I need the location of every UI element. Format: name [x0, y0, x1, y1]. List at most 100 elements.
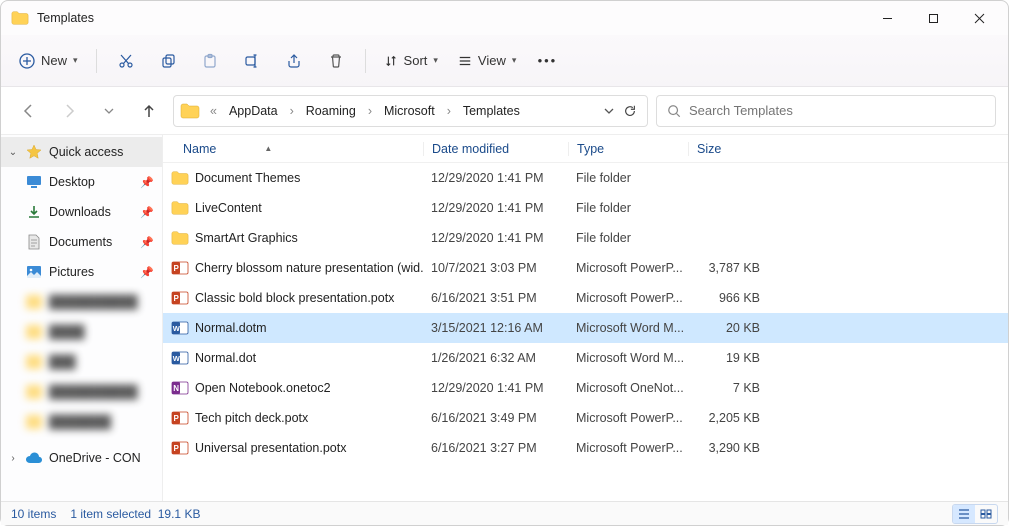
chevron-right-icon: › — [443, 102, 455, 120]
address-bar[interactable]: « AppData › Roaming › Microsoft › Templa… — [173, 95, 648, 127]
file-type: Microsoft PowerP... — [568, 441, 688, 455]
share-button[interactable] — [275, 43, 313, 79]
sidebar-item-redacted[interactable]: ████ — [1, 317, 162, 347]
close-button[interactable] — [956, 2, 1002, 34]
file-row[interactable]: Cherry blossom nature presentation (wid.… — [163, 253, 1008, 283]
file-row[interactable]: Document Themes12/29/2020 1:41 PMFile fo… — [163, 163, 1008, 193]
file-date: 6/16/2021 3:49 PM — [423, 411, 568, 425]
file-name: Open Notebook.onetoc2 — [195, 381, 331, 395]
cut-button[interactable] — [107, 43, 145, 79]
file-name: Classic bold block presentation.potx — [195, 291, 394, 305]
file-name-cell: Normal.dotm — [163, 319, 423, 337]
file-type: File folder — [568, 201, 688, 215]
file-name-cell: Cherry blossom nature presentation (wid.… — [163, 259, 423, 277]
view-button[interactable]: View ▾ — [450, 43, 524, 79]
breadcrumb-segment[interactable]: Roaming — [302, 102, 360, 120]
file-name: SmartArt Graphics — [195, 231, 298, 245]
folder-icon — [171, 169, 189, 187]
paste-button[interactable] — [191, 43, 229, 79]
ppt-icon — [171, 409, 189, 427]
file-row[interactable]: SmartArt Graphics12/29/2020 1:41 PMFile … — [163, 223, 1008, 253]
chevron-down-icon[interactable] — [603, 105, 615, 117]
file-row[interactable]: Classic bold block presentation.potx6/16… — [163, 283, 1008, 313]
file-name: Normal.dotm — [195, 321, 267, 335]
documents-icon — [25, 234, 43, 250]
file-name-cell: Classic bold block presentation.potx — [163, 289, 423, 307]
details-view-button[interactable] — [953, 505, 975, 523]
file-list[interactable]: Document Themes12/29/2020 1:41 PMFile fo… — [163, 163, 1008, 501]
breadcrumb-segment[interactable]: Templates — [459, 102, 524, 120]
column-header-name[interactable]: Name▲ — [163, 142, 423, 156]
up-button[interactable] — [133, 95, 165, 127]
chevron-down-icon: ⌄ — [7, 147, 19, 158]
search-input[interactable] — [689, 103, 985, 118]
maximize-button[interactable] — [910, 2, 956, 34]
file-row[interactable]: Tech pitch deck.potx6/16/2021 3:49 PMMic… — [163, 403, 1008, 433]
sidebar-quick-access[interactable]: ⌄ Quick access — [1, 137, 162, 167]
minimize-button[interactable] — [864, 2, 910, 34]
thumbnails-view-button[interactable] — [975, 505, 997, 523]
breadcrumb-segment[interactable]: Microsoft — [380, 102, 439, 120]
sidebar-item-desktop[interactable]: Desktop 📌 — [1, 167, 162, 197]
sort-button[interactable]: Sort ▾ — [376, 43, 446, 79]
forward-button[interactable] — [53, 95, 85, 127]
file-type: File folder — [568, 171, 688, 185]
back-button[interactable] — [13, 95, 45, 127]
explorer-window: Templates New ▾ Sort ▾ View ▾ ••• — [0, 0, 1009, 526]
chevron-down-icon: ▾ — [73, 55, 78, 66]
file-name-cell: Universal presentation.potx — [163, 439, 423, 457]
file-row[interactable]: Universal presentation.potx6/16/2021 3:2… — [163, 433, 1008, 463]
file-name: Normal.dot — [195, 351, 256, 365]
refresh-icon[interactable] — [623, 104, 637, 118]
file-row[interactable]: LiveContent12/29/2020 1:41 PMFile folder — [163, 193, 1008, 223]
separator — [365, 49, 366, 73]
new-button[interactable]: New ▾ — [11, 43, 86, 79]
status-selection: 1 item selected 19.1 KB — [70, 507, 200, 521]
onedrive-icon — [25, 450, 43, 466]
column-header-date[interactable]: Date modified — [423, 142, 568, 156]
ellipsis-icon: ••• — [538, 53, 558, 68]
sidebar-item-documents[interactable]: Documents 📌 — [1, 227, 162, 257]
file-date: 1/26/2021 6:32 AM — [423, 351, 568, 365]
copy-button[interactable] — [149, 43, 187, 79]
breadcrumb-segment[interactable]: AppData — [225, 102, 282, 120]
file-type: File folder — [568, 231, 688, 245]
window-title: Templates — [37, 11, 864, 25]
rename-button[interactable] — [233, 43, 271, 79]
delete-button[interactable] — [317, 43, 355, 79]
new-label: New — [41, 53, 67, 68]
sidebar-item-redacted[interactable]: ██████████ — [1, 377, 162, 407]
sort-asc-icon: ▲ — [264, 144, 272, 153]
file-name-cell: Document Themes — [163, 169, 423, 187]
breadcrumb-overflow[interactable]: « — [206, 102, 221, 120]
file-row[interactable]: Normal.dot1/26/2021 6:32 AMMicrosoft Wor… — [163, 343, 1008, 373]
ppt-icon — [171, 439, 189, 457]
ppt-icon — [171, 289, 189, 307]
recent-locations-button[interactable] — [93, 95, 125, 127]
sidebar-item-pictures[interactable]: Pictures 📌 — [1, 257, 162, 287]
search-box[interactable] — [656, 95, 996, 127]
column-header-size[interactable]: Size — [688, 142, 768, 156]
sidebar-item-redacted[interactable]: ██████████ — [1, 287, 162, 317]
file-name: Cherry blossom nature presentation (wid.… — [195, 261, 423, 275]
trash-icon — [328, 53, 344, 69]
file-row[interactable]: Open Notebook.onetoc212/29/2020 1:41 PMM… — [163, 373, 1008, 403]
pin-icon: 📌 — [140, 266, 154, 279]
view-label: View — [478, 53, 506, 68]
star-icon — [25, 144, 43, 160]
copy-icon — [160, 53, 176, 69]
file-row[interactable]: Normal.dotm3/15/2021 12:16 AMMicrosoft W… — [163, 313, 1008, 343]
status-item-count: 10 items — [11, 507, 56, 521]
onenote-icon — [171, 379, 189, 397]
plus-circle-icon — [19, 53, 35, 69]
column-header-type[interactable]: Type — [568, 142, 688, 156]
more-button[interactable]: ••• — [528, 43, 566, 79]
rename-icon — [244, 53, 260, 69]
sidebar-item-downloads[interactable]: Downloads 📌 — [1, 197, 162, 227]
sidebar-item-redacted[interactable]: ███ — [1, 347, 162, 377]
view-toggle[interactable] — [952, 504, 998, 524]
sidebar-item-onedrive[interactable]: › OneDrive - CON — [1, 443, 162, 473]
sidebar-item-redacted[interactable]: ███████ — [1, 407, 162, 437]
file-size: 2,205 KB — [688, 411, 768, 425]
file-name-cell: SmartArt Graphics — [163, 229, 423, 247]
